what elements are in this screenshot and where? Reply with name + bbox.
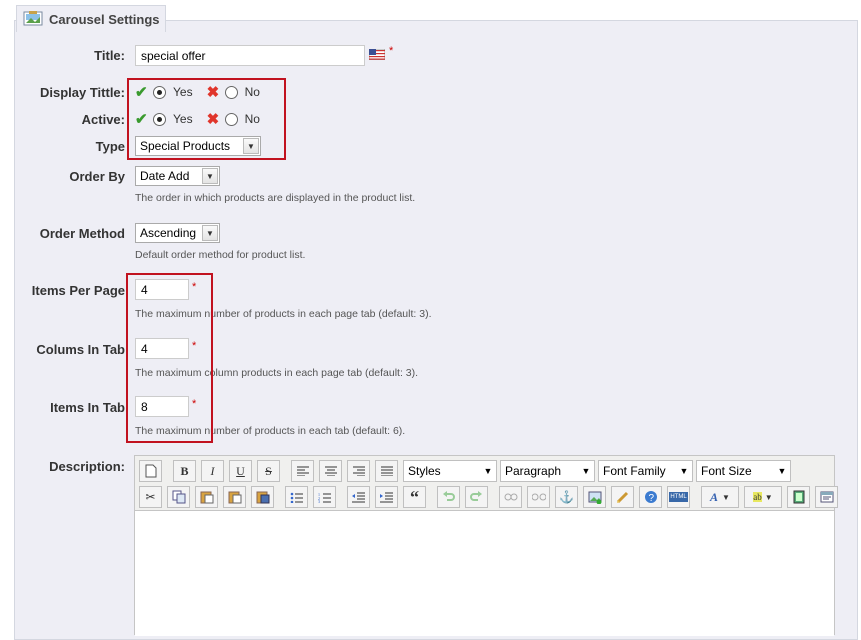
help-icon[interactable]: ?: [639, 486, 662, 508]
svg-text:?: ?: [648, 493, 654, 504]
font-family-select-label: Font Family: [603, 464, 666, 478]
order-method-select[interactable]: Ascending ▼: [135, 223, 220, 243]
chevron-down-icon: ▼: [202, 225, 218, 241]
cut-icon[interactable]: ✂: [139, 486, 162, 508]
chevron-down-icon: ▼: [202, 168, 218, 184]
order-method-row: Order Method Ascending ▼ Default order m…: [0, 223, 861, 261]
editor-content-area[interactable]: [135, 510, 834, 636]
paragraph-select[interactable]: Paragraph ▼: [500, 460, 595, 482]
order-by-row: Order By Date Add ▼ The order in which p…: [0, 166, 861, 204]
bullet-list-icon[interactable]: [285, 486, 308, 508]
rich-text-editor: B I U S Styles ▼ Paragraph ▼ Font Family ▼ …: [134, 455, 838, 636]
chevron-down-icon: ▼: [483, 466, 493, 476]
align-justify-icon[interactable]: [375, 460, 398, 482]
undo-icon[interactable]: [437, 486, 460, 508]
us-flag-icon[interactable]: [368, 48, 386, 63]
indent-icon[interactable]: [375, 486, 398, 508]
highlight-icon: ab: [753, 492, 762, 502]
order-method-hint: Default order method for product list.: [135, 249, 306, 261]
copy-icon[interactable]: [167, 486, 190, 508]
template-icon[interactable]: [815, 486, 838, 508]
order-method-select-value: Ascending: [140, 226, 197, 240]
align-right-icon[interactable]: [347, 460, 370, 482]
panel-title: Carousel Settings: [49, 11, 160, 27]
chevron-down-icon: ▼: [722, 492, 730, 502]
order-by-select[interactable]: Date Add ▼: [135, 166, 220, 186]
redo-icon[interactable]: [465, 486, 488, 508]
items-per-page-label: Items Per Page: [31, 283, 125, 298]
paragraph-select-label: Paragraph: [505, 464, 562, 478]
title-row: Title: *: [0, 45, 861, 67]
insert-image-icon[interactable]: [583, 486, 606, 508]
anchor-icon[interactable]: ⚓: [555, 486, 578, 508]
font-size-select-label: Font Size: [701, 464, 752, 478]
html-source-button[interactable]: HTML: [667, 486, 690, 508]
font-family-select[interactable]: Font Family ▼: [598, 460, 693, 482]
order-by-hint: The order in which products are displaye…: [135, 192, 416, 204]
text-color-picker[interactable]: A ▼: [701, 486, 739, 508]
chevron-down-icon: ▼: [679, 466, 689, 476]
bold-button[interactable]: B: [173, 460, 196, 482]
highlight-box: [127, 78, 286, 160]
svg-text:3: 3: [318, 499, 320, 503]
title-label: Title:: [94, 48, 125, 63]
blockquote-button[interactable]: “: [403, 486, 426, 508]
link-icon[interactable]: [499, 486, 522, 508]
chevron-down-icon: ▼: [581, 466, 591, 476]
italic-button[interactable]: I: [201, 460, 224, 482]
items-in-tab-label: Items In Tab: [50, 400, 125, 415]
background-color-picker[interactable]: ab ▼: [744, 486, 782, 508]
editor-toolbar-row-1: B I U S Styles ▼ Paragraph ▼ Font Family ▼ …: [139, 459, 794, 483]
active-label: Active:: [81, 112, 125, 127]
font-size-select[interactable]: Font Size ▼: [696, 460, 791, 482]
chevron-down-icon: ▼: [764, 492, 773, 502]
required-mark: *: [389, 45, 394, 57]
display-title-label: Display Tittle:: [39, 85, 125, 100]
paste-text-icon[interactable]: [223, 486, 246, 508]
order-by-label: Order By: [69, 169, 125, 184]
numbered-list-icon[interactable]: 123: [313, 486, 336, 508]
panel-legend: Carousel Settings: [16, 5, 166, 32]
align-left-icon[interactable]: [291, 460, 314, 482]
cleanup-icon[interactable]: [611, 486, 634, 508]
styles-select[interactable]: Styles ▼: [403, 460, 497, 482]
paste-word-icon[interactable]: [251, 486, 274, 508]
carousel-settings-icon: [23, 11, 43, 27]
align-center-icon[interactable]: [319, 460, 342, 482]
styles-select-label: Styles: [408, 464, 441, 478]
description-label: Description:: [49, 459, 125, 474]
order-method-label: Order Method: [39, 226, 125, 241]
chevron-down-icon: ▼: [777, 466, 787, 476]
unlink-icon[interactable]: [527, 486, 550, 508]
title-input[interactable]: [135, 45, 365, 66]
strikethrough-button[interactable]: S: [257, 460, 280, 482]
highlight-box: [126, 273, 213, 443]
paste-icon[interactable]: [195, 486, 218, 508]
columns-in-tab-label: Colums In Tab: [36, 342, 125, 357]
outdent-icon[interactable]: [347, 486, 370, 508]
html-source-label: HTML: [669, 492, 688, 502]
editor-toolbar-row-2: ✂ 123 “ ⚓ ? HTML A ▼ ab ▼: [139, 485, 843, 509]
order-by-select-value: Date Add: [140, 169, 190, 183]
media-icon[interactable]: [787, 486, 810, 508]
type-label: Type: [95, 139, 125, 154]
underline-button[interactable]: U: [229, 460, 252, 482]
new-document-icon[interactable]: [139, 460, 162, 482]
